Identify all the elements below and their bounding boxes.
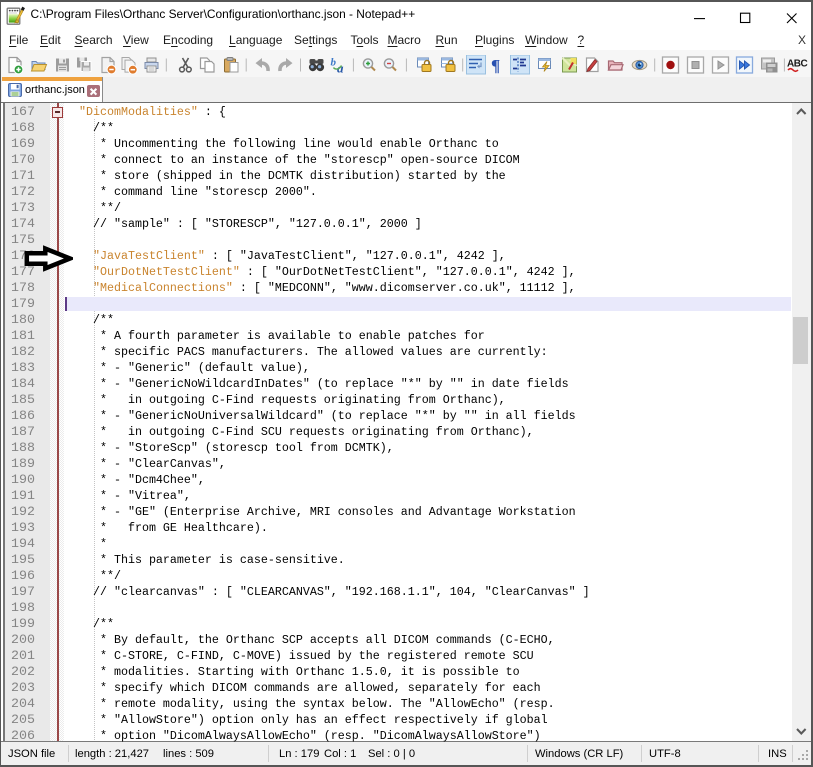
- svg-text:¶: ¶: [491, 56, 500, 75]
- svg-text:ABC: ABC: [787, 58, 807, 69]
- svg-text:b: b: [331, 56, 337, 68]
